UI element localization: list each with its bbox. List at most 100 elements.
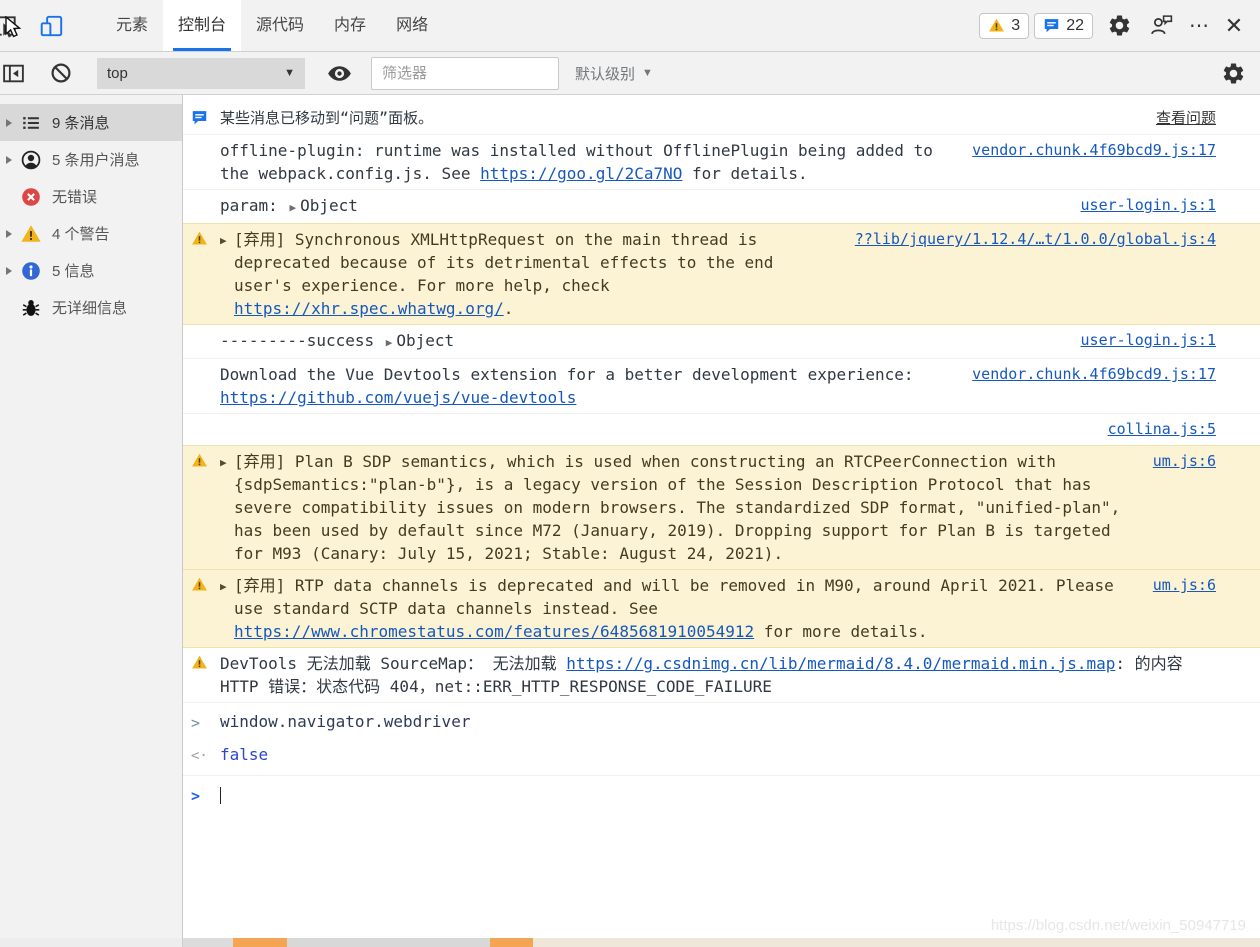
sidebar-item-all-messages[interactable]: 9 条消息 — [0, 104, 182, 141]
expand-arrow-icon[interactable] — [0, 119, 17, 127]
warning-text: for more details. — [754, 622, 927, 641]
log-text: param: — [220, 196, 287, 215]
bottom-strip — [0, 938, 1260, 947]
sidebar-item-verbose[interactable]: 无详细信息 — [0, 289, 182, 326]
inline-link[interactable]: https://github.com/vuejs/vue-devtools — [220, 386, 576, 409]
warning-message-rtp: ▶ [弃用] RTP data channels is deprecated an… — [183, 569, 1260, 648]
issues-warning-badge[interactable]: 3 — [979, 13, 1029, 39]
tab-network[interactable]: 网络 — [381, 0, 443, 51]
log-gutter — [191, 329, 220, 331]
console-result-row: <· false — [183, 739, 1260, 776]
hide-console-sidebar-button[interactable] — [0, 58, 28, 88]
toggle-device-toolbar-button[interactable] — [37, 11, 67, 41]
warning-expand-caret[interactable]: ▶ — [220, 451, 227, 474]
source-location-link[interactable]: user-login.js:1 — [1081, 329, 1216, 352]
source-location-link[interactable]: vendor.chunk.4f69bcd9.js:17 — [972, 139, 1216, 162]
log-message-collina: collina.js:5 — [183, 414, 1260, 446]
log-text: ---------success — [220, 331, 384, 350]
log-gutter — [191, 363, 220, 365]
devtools-window: 元素 控制台 源代码 内存 网络 3 22 ⋯ ✕ — [0, 0, 1260, 947]
warning-expand-caret[interactable]: ▶ — [220, 575, 227, 598]
strip-segment-orange — [233, 938, 287, 947]
inline-link[interactable]: https://goo.gl/2Ca7NO — [480, 164, 682, 183]
live-expression-button[interactable] — [324, 58, 354, 88]
warning-expand-caret[interactable]: ▶ — [220, 229, 227, 252]
console-input[interactable] — [220, 783, 1216, 806]
inline-link[interactable]: https://www.chromestatus.com/features/64… — [234, 622, 754, 641]
warning-text: Synchronous XMLHttpRequest on the main t… — [234, 230, 773, 295]
source-location-link[interactable]: collina.js:5 — [1108, 418, 1216, 441]
panel-tabs: 元素 控制台 源代码 内存 网络 — [101, 0, 443, 51]
strip-segment — [183, 938, 233, 947]
source-location-link[interactable]: vendor.chunk.4f69bcd9.js:17 — [972, 363, 1216, 386]
sidebar-item-user-messages[interactable]: 5 条用户消息 — [0, 141, 182, 178]
result-value: false — [220, 743, 1216, 766]
sidebar-item-label: 无详细信息 — [52, 297, 127, 318]
console-log-area[interactable]: 某些消息已移动到“问题”面板。 查看问题 offline-plugin: run… — [183, 95, 1260, 938]
source-location-link[interactable]: user-login.js:1 — [1081, 194, 1216, 217]
source-location-link[interactable]: um.js:6 — [1153, 450, 1216, 473]
banner-text: 某些消息已移动到“问题”面板。 — [220, 107, 1138, 130]
chat-bubble-icon — [1043, 17, 1060, 34]
sidebar-item-label: 5 信息 — [52, 260, 95, 281]
object-expand-caret[interactable]: ▶ — [289, 201, 296, 214]
warning-triangle-icon — [191, 574, 220, 593]
tab-memory[interactable]: 内存 — [319, 0, 381, 51]
console-sidebar: 9 条消息 5 条用户消息 无错误 4 个警告 5 信息 — [0, 95, 183, 938]
log-message-success-object: ---------success ▶Object user-login.js:1 — [183, 325, 1260, 359]
filter-input[interactable] — [371, 57, 559, 90]
console-command-row[interactable]: > window.navigator.webdriver — [183, 703, 1260, 739]
chat-bubble-icon — [191, 107, 220, 126]
console-settings-button[interactable] — [1218, 58, 1248, 88]
csdn-watermark: https://blog.csdn.net/weixin_50947719 — [991, 917, 1246, 934]
command-text: window.navigator.webdriver — [220, 710, 1216, 733]
sidebar-item-warnings[interactable]: 4 个警告 — [0, 215, 182, 252]
person-feedback-icon — [1149, 13, 1174, 38]
tab-elements[interactable]: 元素 — [101, 0, 163, 51]
settings-button[interactable] — [1104, 11, 1134, 41]
source-location-link[interactable]: ??lib/jquery/1.12.4/…t/1.0.0/global.js:4 — [855, 228, 1216, 251]
close-devtools-button[interactable]: ✕ — [1216, 13, 1252, 39]
log-level-select[interactable]: 默认级别 ▼ — [575, 63, 653, 84]
console-toolbar: top ▼ 默认级别 ▼ — [0, 52, 1260, 95]
gear-icon — [1221, 61, 1246, 86]
warning-text: RTP data channels is deprecated and will… — [234, 576, 1114, 618]
log-text: for details. — [682, 164, 807, 183]
console-prompt-row[interactable]: > — [183, 776, 1260, 812]
error-circle-icon — [20, 186, 42, 208]
sidebar-item-info[interactable]: 5 信息 — [0, 252, 182, 289]
inline-link[interactable]: https://g.csdnimg.cn/lib/mermaid/8.4.0/m… — [566, 654, 1115, 673]
bug-icon — [20, 297, 42, 319]
gear-icon — [1107, 13, 1132, 38]
tab-sources[interactable]: 源代码 — [241, 0, 319, 51]
expand-arrow-icon[interactable] — [0, 267, 17, 275]
object-expand-caret[interactable]: ▶ — [386, 336, 393, 349]
log-gutter — [191, 418, 220, 420]
object-preview[interactable]: Object — [300, 196, 358, 215]
messages-badge[interactable]: 22 — [1034, 13, 1093, 39]
deprecation-tag: [弃用] — [234, 576, 285, 595]
log-message-offline-plugin: offline-plugin: runtime was installed wi… — [183, 135, 1260, 190]
expand-arrow-icon[interactable] — [0, 156, 17, 164]
message-count: 22 — [1066, 17, 1084, 35]
level-value: 默认级别 — [575, 63, 635, 84]
feedback-button[interactable] — [1146, 11, 1176, 41]
strip-segment — [533, 938, 1260, 947]
text-cursor — [220, 787, 221, 804]
sidebar-item-errors[interactable]: 无错误 — [0, 178, 182, 215]
warning-triangle-icon — [988, 17, 1005, 34]
warning-count: 3 — [1011, 17, 1020, 35]
more-options-button[interactable]: ⋯ — [1182, 13, 1216, 38]
clear-console-button[interactable] — [46, 58, 76, 88]
view-issues-link[interactable]: 查看问题 — [1138, 107, 1216, 130]
device-toolbar-icon — [39, 13, 65, 39]
tab-console[interactable]: 控制台 — [163, 0, 241, 51]
message-list-icon — [20, 112, 42, 134]
source-location-link[interactable]: um.js:6 — [1153, 574, 1216, 597]
object-preview[interactable]: Object — [396, 331, 454, 350]
javascript-context-select[interactable]: top ▼ — [97, 58, 305, 89]
sidebar-item-label: 无错误 — [52, 186, 97, 207]
warning-triangle-icon — [191, 652, 220, 671]
expand-arrow-icon[interactable] — [0, 230, 17, 238]
inline-link[interactable]: https://xhr.spec.whatwg.org/ — [234, 299, 504, 318]
